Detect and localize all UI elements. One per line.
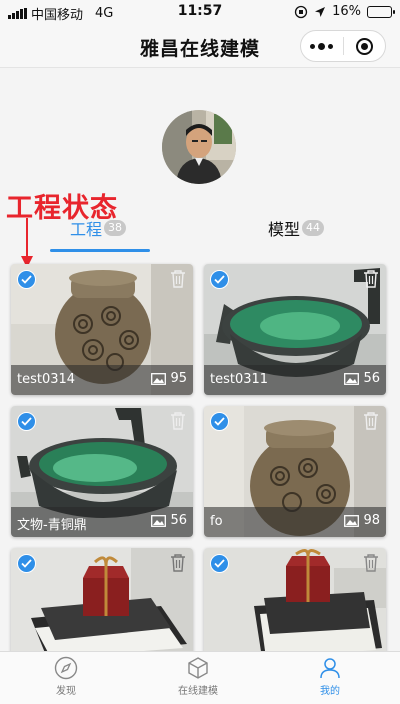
selected-check-icon[interactable] [210, 270, 229, 289]
selected-check-icon[interactable] [17, 412, 36, 431]
image-icon [151, 372, 167, 385]
status-bar: 中国移动 4G 11:57 16% [0, 0, 400, 24]
tab-models[interactable]: 模型 44 [268, 217, 325, 239]
tab-models-count: 44 [302, 220, 325, 236]
delete-icon[interactable] [362, 269, 380, 289]
project-thumbnail [11, 548, 193, 658]
image-count-value: 56 [170, 513, 187, 528]
selected-check-icon[interactable] [210, 412, 229, 431]
tabbar-item-online-modeling[interactable]: 在线建模 [158, 656, 238, 702]
project-name: test0311 [210, 372, 269, 387]
project-card[interactable] [204, 548, 386, 658]
card-footer: 文物-青铜鼎 56 [11, 507, 193, 537]
delete-icon[interactable] [362, 411, 380, 431]
tab-models-label: 模型 [268, 220, 301, 239]
battery-percent: 16% [332, 4, 361, 19]
selected-check-icon[interactable] [17, 554, 36, 573]
delete-icon[interactable] [362, 553, 380, 573]
close-button[interactable] [344, 31, 386, 61]
image-count: 95 [151, 371, 187, 386]
image-icon [151, 514, 167, 527]
tabbar-label-online-modeling: 在线建模 [178, 686, 218, 697]
project-card[interactable]: test0311 56 [204, 264, 386, 395]
card-footer: fo 98 [204, 507, 386, 537]
close-icon [355, 37, 373, 55]
tab-projects-count: 38 [104, 220, 127, 236]
tab-projects[interactable]: 工程 38 [70, 217, 127, 239]
annotation-arrow-icon [21, 218, 33, 268]
avatar[interactable] [162, 110, 236, 184]
mini-program-capsule [300, 30, 386, 62]
delete-icon[interactable] [169, 411, 187, 431]
project-card[interactable]: test0314 95 [11, 264, 193, 395]
tabbar-label-mine: 我的 [320, 686, 340, 697]
project-card[interactable]: 文物-青铜鼎 56 [11, 406, 193, 537]
selected-check-icon[interactable] [17, 270, 36, 289]
project-name: fo [210, 514, 223, 529]
image-icon [344, 372, 360, 385]
cube-icon [188, 657, 208, 679]
compass-icon [54, 656, 78, 680]
tabbar-item-discover[interactable]: 发现 [26, 656, 106, 702]
user-icon [320, 658, 340, 679]
image-count: 56 [344, 371, 380, 386]
selected-check-icon[interactable] [210, 554, 229, 573]
project-name: test0314 [17, 372, 76, 387]
image-count: 98 [344, 513, 380, 528]
project-card[interactable] [11, 548, 193, 658]
delete-icon[interactable] [169, 269, 187, 289]
image-count-value: 98 [363, 513, 380, 528]
delete-icon[interactable] [169, 553, 187, 573]
location-icon [315, 6, 326, 17]
image-count-value: 95 [170, 371, 187, 386]
image-icon [344, 514, 360, 527]
more-button[interactable] [301, 31, 343, 61]
battery-icon [367, 5, 395, 18]
orientation-lock-icon [294, 5, 308, 18]
tab-projects-label: 工程 [70, 220, 103, 239]
card-footer: test0311 56 [204, 365, 386, 395]
image-count-value: 56 [363, 371, 380, 386]
tabbar-label-discover: 发现 [56, 686, 76, 697]
project-card[interactable]: fo 98 [204, 406, 386, 537]
tabbar-item-mine[interactable]: 我的 [290, 656, 370, 702]
project-name: 文物-青铜鼎 [17, 518, 87, 533]
card-footer: test0314 95 [11, 365, 193, 395]
bottom-tab-bar: 发现 在线建模 我的 [0, 651, 400, 704]
project-thumbnail [204, 548, 386, 658]
navigation-bar: 雅昌在线建模 [0, 24, 400, 68]
image-count: 56 [151, 513, 187, 528]
active-tab-indicator [50, 249, 150, 252]
